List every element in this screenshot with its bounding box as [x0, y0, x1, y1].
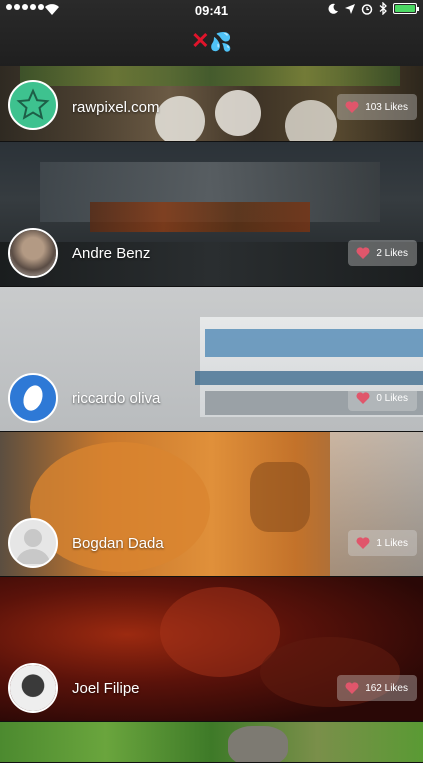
battery-icon — [393, 3, 419, 14]
like-count: 162 Likes — [365, 682, 408, 694]
photo-feed[interactable]: rawpixel.com 103 Likes Andre Benz 2 Like… — [0, 66, 423, 763]
like-count: 2 Likes — [376, 247, 408, 259]
feed-card[interactable]: riccardo oliva 0 Likes — [0, 287, 423, 432]
heart-icon — [356, 392, 370, 404]
like-button[interactable]: 1 Likes — [348, 530, 417, 556]
heart-icon — [356, 247, 370, 259]
avatar[interactable] — [8, 80, 58, 130]
avatar[interactable] — [8, 518, 58, 568]
avatar[interactable] — [8, 373, 58, 423]
like-button[interactable]: 2 Likes — [348, 240, 417, 266]
heart-icon — [356, 537, 370, 549]
logo-droplets-icon: 💦 — [209, 32, 232, 52]
photo-avatar — [10, 230, 56, 276]
heart-icon — [345, 101, 359, 113]
author-name[interactable]: rawpixel.com — [72, 99, 160, 116]
oval-icon — [23, 385, 43, 411]
like-count: 0 Likes — [376, 392, 408, 404]
heart-icon — [345, 682, 359, 694]
author-name[interactable]: Bogdan Dada — [72, 535, 164, 552]
logo-x-mark: ✕ — [191, 28, 210, 53]
avatar[interactable] — [8, 663, 58, 713]
like-count: 103 Likes — [365, 101, 408, 113]
like-button[interactable]: 162 Likes — [337, 675, 417, 701]
app-logo: ✕💦 — [0, 28, 423, 55]
feed-card[interactable]: Andre Benz 2 Likes — [0, 142, 423, 287]
moon-icon — [328, 3, 338, 14]
like-button[interactable]: 103 Likes — [337, 94, 417, 120]
author-name[interactable]: Andre Benz — [72, 245, 150, 262]
author-name[interactable]: riccardo oliva — [72, 390, 160, 407]
card-photo — [0, 722, 423, 762]
photo-avatar — [10, 665, 56, 711]
feed-card[interactable]: Joel Filipe 162 Likes — [0, 577, 423, 722]
like-count: 1 Likes — [376, 537, 408, 549]
avatar[interactable] — [8, 228, 58, 278]
feed-card[interactable]: Bogdan Dada 1 Likes — [0, 432, 423, 577]
status-bar: 09:41 — [0, 0, 423, 20]
navigation-header: 09:41 ✕💦 — [0, 0, 423, 66]
like-button[interactable]: 0 Likes — [348, 385, 417, 411]
feed-card[interactable]: rawpixel.com 103 Likes — [0, 66, 423, 142]
author-name[interactable]: Joel Filipe — [72, 680, 140, 697]
feed-card[interactable] — [0, 722, 423, 763]
alarm-icon — [361, 3, 373, 15]
default-person-icon — [16, 529, 50, 564]
location-arrow-icon — [345, 3, 355, 14]
bluetooth-icon — [379, 2, 387, 15]
star-icon — [16, 88, 50, 120]
